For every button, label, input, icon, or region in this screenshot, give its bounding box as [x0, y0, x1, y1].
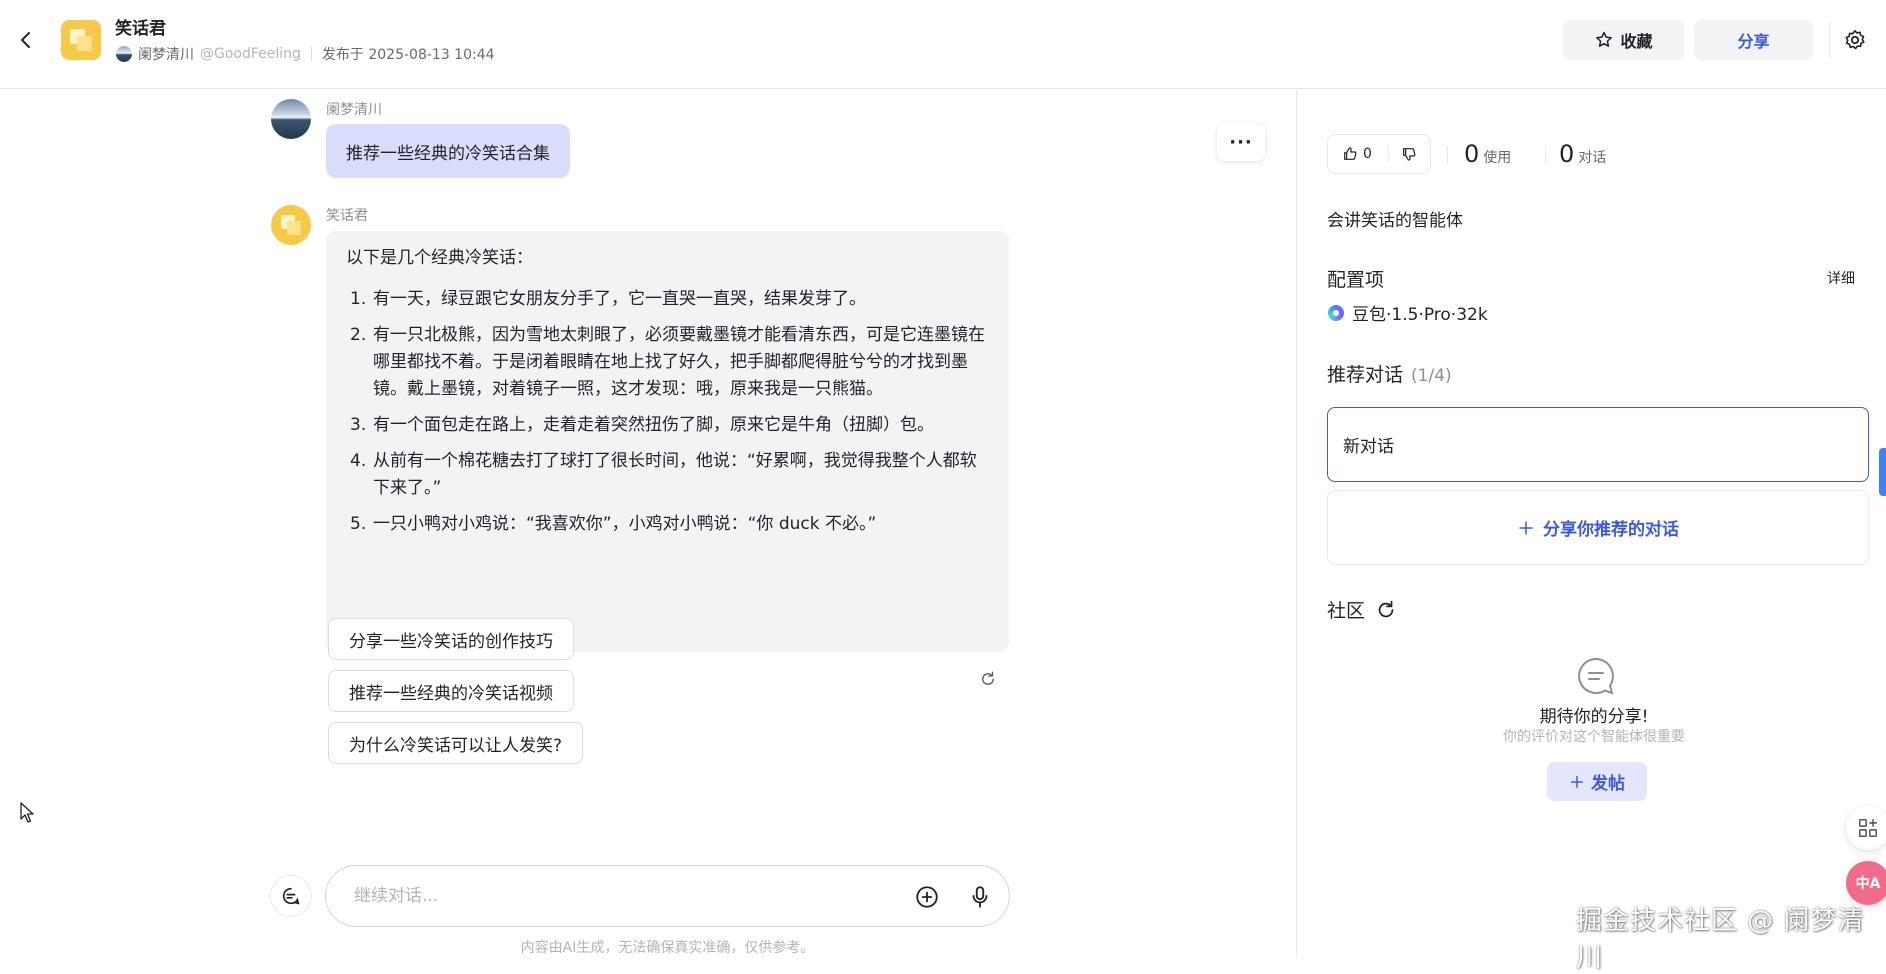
config-title: 配置项 [1327, 269, 1385, 291]
list-item: 4. 从前有一个棉花糖去打了球打了很长时间，他说：“好累啊，我觉得我整个人都软下来… [346, 448, 989, 502]
favorite-label: 收藏 [1620, 32, 1653, 51]
bot-info-panel: 0 0 使用 0 对话 会讲笑话的智能体 配置项 详细 豆包·1.5·Pro·3… [1296, 90, 1886, 957]
community-header: 社区 [1327, 596, 1397, 623]
refresh-icon[interactable] [1375, 599, 1397, 621]
suggestion-chip[interactable]: 分享一些冷笑话的创作技巧 [328, 618, 574, 660]
share-recommend-label: 分享你推荐的对话 [1543, 520, 1679, 540]
recommended-chat-item[interactable]: 新对话 [1327, 407, 1869, 482]
user-avatar [271, 99, 311, 139]
widgets-button[interactable] [1846, 806, 1886, 850]
side-drawer-tab[interactable] [1879, 448, 1886, 496]
top-bar: 笑话君 阑梦清川 @GoodFeeling 发布于 2025-08-13 10:… [0, 0, 1886, 89]
back-arrow-icon[interactable] [14, 28, 38, 52]
stat-divider [1447, 146, 1448, 164]
joke-text: 一只小鸭对小鸡说：“我喜欢你”，小鸡对小鸭说：“你 duck 不必。” [373, 514, 877, 534]
favorite-button[interactable]: 收藏 [1563, 20, 1684, 60]
thumbs-up-icon [1342, 146, 1358, 162]
bot-message: 以下是几个经典冷笑话： 1. 有一天，绿豆跟它女朋友分手了，它一直哭一直哭，结果发… [326, 231, 1009, 652]
bot-name: 笑话君 [326, 208, 368, 224]
new-chat-button[interactable] [270, 875, 312, 917]
recommend-title: 推荐对话 (1/4) [1327, 360, 1452, 387]
suggestion-chip[interactable]: 为什么冷笑话可以让人发笑? [328, 722, 584, 764]
post-button[interactable]: 发帖 [1547, 762, 1647, 801]
empty-state-subtitle: 你的评价对这个智能体很重要 [1503, 729, 1685, 745]
more-options-button[interactable]: ··· [1217, 123, 1265, 161]
mouse-cursor-icon [20, 802, 36, 824]
list-number: 5. [350, 514, 367, 534]
empty-state-title: 期待你的分享! [1539, 707, 1649, 727]
chat-area: 阑梦清川 推荐一些经典的冷笑话合集 ··· 笑话君 以下是几个经典冷笑话： 1.… [0, 90, 1296, 957]
joke-text: 有一个面包走在路上，走着走着突然扭伤了脚，原来它是牛角（扭脚）包。 [373, 415, 934, 435]
ai-disclaimer: 内容由AI生成，无法确保真实准确，仅供参考。 [520, 940, 815, 956]
list-item: 2. 有一只北极熊，因为雪地太刺眼了，必须要戴墨镜才能看清东西，可是它连墨镜在哪里… [346, 322, 989, 403]
share-recommend-button[interactable]: 分享你推荐的对话 [1327, 490, 1869, 565]
list-item: 3. 有一个面包走在路上，走着走着突然扭伤了脚，原来它是牛角（扭脚）包。 [346, 412, 989, 439]
vote-box: 0 [1327, 134, 1431, 174]
joke-text: 从前有一个棉花糖去打了球打了很长时间，他说：“好累啊，我觉得我整个人都软下来了。… [373, 451, 977, 498]
translate-button[interactable]: 中A [1846, 861, 1886, 905]
list-number: 1. [350, 289, 367, 309]
joke-list: 1. 有一天，绿豆跟它女朋友分手了，它一直哭一直哭，结果发芽了。 2. 有一只北极熊… [346, 286, 989, 538]
share-button[interactable]: 分享 [1694, 20, 1813, 60]
list-item: 5. 一只小鸭对小鸡说：“我喜欢你”，小鸡对小鸭说：“你 duck 不必。” [346, 511, 989, 538]
chat-input-box [325, 865, 1010, 927]
usage-stat: 0 使用 [1464, 140, 1511, 168]
chat-label: 对话 [1578, 150, 1607, 166]
gear-icon[interactable] [1843, 28, 1867, 52]
joke-text: 有一天，绿豆跟它女朋友分手了，它一直哭一直哭，结果发芽了。 [373, 289, 866, 309]
bot-description: 会讲笑话的智能体 [1327, 211, 1463, 231]
list-number: 4. [350, 451, 367, 471]
bot-intro: 以下是几个经典冷笑话： [346, 248, 533, 268]
app-logo [61, 20, 101, 60]
list-number: 2. [350, 325, 367, 345]
add-circle-icon[interactable] [914, 884, 940, 910]
new-chat-icon [280, 885, 302, 907]
star-icon [1594, 30, 1614, 50]
recommend-count: (1/4) [1411, 366, 1452, 386]
watermark: 掘金技术社区 @ 阑梦清川 [1576, 906, 1865, 973]
detail-link[interactable]: 详细 [1827, 268, 1855, 288]
recommend-title-text: 推荐对话 [1327, 364, 1404, 386]
header-divider [1829, 22, 1830, 58]
plus-icon [1517, 519, 1535, 537]
suggestion-chip[interactable]: 推荐一些经典的冷笑话视频 [328, 670, 574, 712]
model-logo-icon [1328, 304, 1344, 321]
author-avatar [116, 46, 132, 62]
user-message: 推荐一些经典的冷笑话合集 [326, 124, 570, 178]
usage-label: 使用 [1483, 150, 1512, 166]
chat-stat: 0 对话 [1545, 140, 1606, 168]
chat-input[interactable] [354, 882, 894, 910]
author-meta: 阑梦清川 @GoodFeeling 发布于 2025-08-13 10:44 [116, 44, 495, 64]
model-name: 豆包·1.5·Pro·32k [1352, 305, 1488, 325]
like-button[interactable]: 0 [1328, 146, 1388, 162]
list-number: 3. [350, 415, 367, 435]
regenerate-icon[interactable] [976, 667, 1000, 691]
model-info: 豆包·1.5·Pro·32k [1328, 300, 1488, 325]
user-name: 阑梦清川 [326, 102, 382, 118]
chat-count: 0 [1559, 140, 1575, 168]
microphone-icon[interactable] [967, 884, 993, 910]
bot-avatar [271, 205, 311, 245]
app-title: 笑话君 [115, 19, 166, 39]
thumbs-down-icon[interactable] [1389, 146, 1417, 162]
publish-date: 发布于 2025-08-13 10:44 [321, 47, 495, 63]
post-label: 发帖 [1591, 774, 1625, 794]
joke-text: 有一只北极熊，因为雪地太刺眼了，必须要戴墨镜才能看清东西，可是它连墨镜在哪里都找… [373, 325, 985, 399]
list-item: 1. 有一天，绿豆跟它女朋友分手了，它一直哭一直哭，结果发芽了。 [346, 286, 989, 313]
usage-count: 0 [1464, 140, 1480, 168]
plus-icon [1569, 774, 1585, 790]
chat-bubble-icon [1576, 656, 1616, 696]
community-title: 社区 [1327, 600, 1366, 622]
meta-divider [310, 47, 312, 61]
like-count: 0 [1363, 146, 1372, 162]
apps-add-icon [1857, 817, 1879, 839]
author-handle: @GoodFeeling [200, 46, 301, 62]
author-name[interactable]: 阑梦清川 [138, 44, 194, 64]
